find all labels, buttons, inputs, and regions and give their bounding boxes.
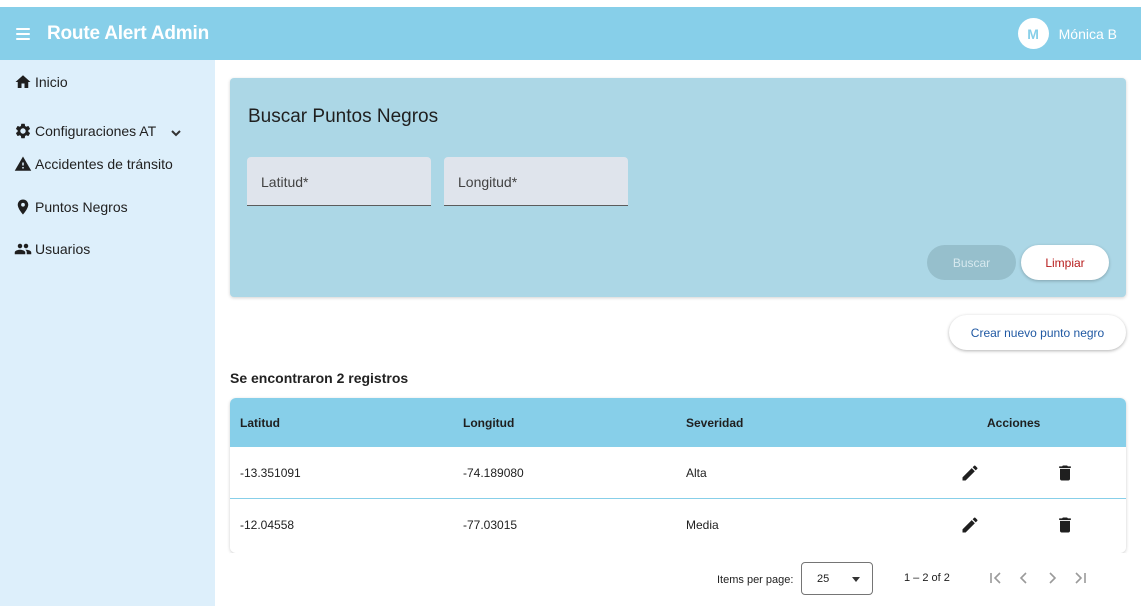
header-severidad: Severidad: [686, 416, 744, 430]
sidebar: Inicio Configuraciones AT Accidentes de …: [0, 60, 215, 606]
edit-icon[interactable]: [960, 515, 980, 535]
first-page-icon[interactable]: [986, 568, 1006, 588]
avatar: M: [1017, 18, 1049, 49]
user-name: Mónica B: [1058, 25, 1117, 42]
sidebar-item-label: Puntos Negros: [35, 199, 128, 215]
cell-latitud: -13.351091: [240, 466, 301, 480]
map-pin-icon: [17, 199, 29, 215]
sidebar-item-configuraciones[interactable]: Configuraciones AT: [14, 122, 181, 140]
page-size-value: 25: [817, 573, 830, 585]
gear-icon: [15, 123, 31, 139]
delete-icon[interactable]: [1055, 463, 1075, 483]
dropdown-caret-icon: [852, 577, 860, 582]
sidebar-item-label: Accidentes de tránsito: [35, 156, 173, 172]
search-card: Buscar Puntos Negros Latitud* Longitud* …: [230, 78, 1126, 297]
user-menu[interactable]: M Mónica B: [1017, 7, 1117, 60]
chevron-down-icon[interactable]: [170, 126, 181, 137]
table-row: -13.351091 -74.189080 Alta: [230, 447, 1126, 499]
table-header: Latitud Longitud Severidad Acciones: [230, 398, 1126, 447]
users-icon: [14, 243, 32, 255]
edit-icon[interactable]: [960, 463, 980, 483]
header-longitud: Longitud: [463, 416, 515, 430]
result-count: Se encontraron 2 registros: [230, 370, 409, 386]
previous-page-icon[interactable]: [1014, 568, 1034, 588]
page-range: 1 – 2 of 2: [904, 572, 950, 584]
longitude-field[interactable]: Longitud*: [444, 157, 628, 206]
latitude-field[interactable]: Latitud*: [247, 157, 431, 206]
cell-longitud: -74.189080: [463, 466, 524, 480]
sidebar-item-accidentes[interactable]: Accidentes de tránsito: [14, 155, 173, 173]
delete-icon[interactable]: [1055, 515, 1075, 535]
sidebar-item-usuarios[interactable]: Usuarios: [14, 240, 90, 258]
search-button[interactable]: Buscar: [927, 245, 1016, 280]
page-size-select[interactable]: 25: [801, 562, 873, 595]
sidebar-item-label: Configuraciones AT: [35, 123, 157, 139]
clear-button[interactable]: Limpiar: [1021, 245, 1109, 280]
table-row: -12.04558 -77.03015 Media: [230, 499, 1126, 551]
header-latitud: Latitud: [240, 416, 280, 430]
sidebar-item-label: Inicio: [35, 74, 68, 90]
next-page-icon[interactable]: [1042, 568, 1062, 588]
paginator: Items per page: 25 1 – 2 of 2: [230, 553, 1126, 606]
last-page-icon[interactable]: [1070, 568, 1090, 588]
app-title: Route Alert Admin: [47, 22, 209, 44]
menu-icon[interactable]: [16, 27, 30, 40]
warning-icon: [14, 156, 32, 171]
cell-severidad: Media: [686, 518, 719, 532]
items-per-page-label: Items per page:: [717, 574, 794, 586]
results-table: Latitud Longitud Severidad Acciones -13.…: [230, 398, 1126, 553]
home-icon: [15, 75, 31, 88]
cell-latitud: -12.04558: [240, 518, 295, 532]
header-acciones: Acciones: [987, 416, 1041, 430]
cell-severidad: Alta: [686, 466, 707, 480]
sidebar-item-label: Usuarios: [35, 241, 91, 257]
top-app-bar: Route Alert Admin M Mónica B: [0, 7, 1141, 60]
cell-longitud: -77.03015: [463, 518, 518, 532]
search-title: Buscar Puntos Negros: [248, 106, 439, 127]
sidebar-item-puntos-negros[interactable]: Puntos Negros: [14, 198, 128, 216]
sidebar-item-inicio[interactable]: Inicio: [14, 73, 68, 91]
create-black-spot-button[interactable]: Crear nuevo punto negro: [949, 315, 1126, 350]
